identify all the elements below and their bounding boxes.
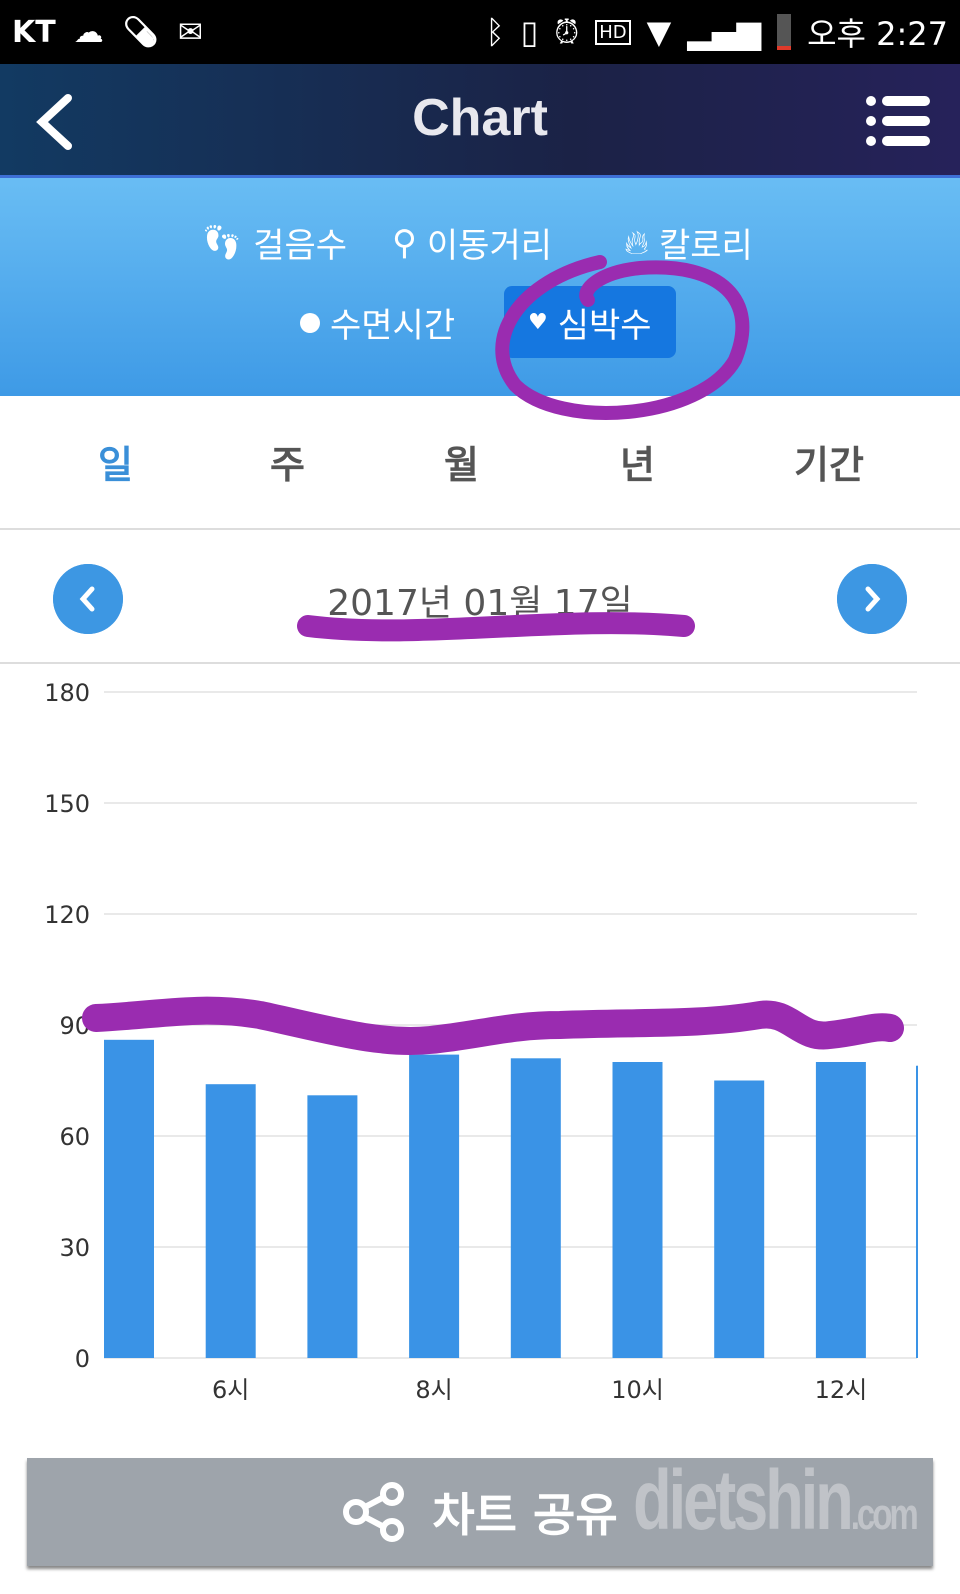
x-tick-label: 10시 xyxy=(611,1376,664,1404)
tab-label: 걸음수 xyxy=(253,226,348,266)
footprints-icon: 👣︎ xyxy=(200,222,244,263)
next-date-button[interactable] xyxy=(837,564,907,634)
app-header: Chart xyxy=(0,64,960,178)
moon-icon xyxy=(300,312,320,333)
menu-icon[interactable] xyxy=(866,96,930,146)
clock: 오후 2:27 xyxy=(807,15,948,53)
tab-day[interactable]: 일 xyxy=(98,434,133,489)
pill-icon: 💊︎ xyxy=(121,14,160,50)
share-label: 차트 공유 xyxy=(432,1488,618,1542)
battery-icon xyxy=(777,14,792,50)
tab-week[interactable]: 주 xyxy=(270,434,305,489)
bar xyxy=(307,1095,358,1358)
y-tick-label: 180 xyxy=(44,679,90,707)
hd-icon: HD xyxy=(595,19,631,45)
wifi-icon: ▼ xyxy=(646,13,672,51)
bar xyxy=(917,1065,918,1358)
heartbeat-icon: ♥ xyxy=(528,309,548,335)
tab-heart-rate[interactable]: ♥ 심박수 xyxy=(504,286,676,358)
tab-label: 이동거리 xyxy=(426,226,553,266)
current-date: 2017년 01월 17일 xyxy=(327,583,633,624)
watermark: dietshin.com xyxy=(633,1453,919,1547)
tab-range[interactable]: 기간 xyxy=(794,434,864,489)
heart-rate-chart: 0 30 60 90 120 150 180 6시 8시 10시 12시 xyxy=(44,679,918,1404)
mail-icon: ✉ xyxy=(177,14,203,50)
bar xyxy=(510,1058,561,1358)
carrier-label: KT xyxy=(12,14,56,50)
vibrate-icon: ▯ xyxy=(520,13,539,51)
bluetooth-icon: ᛒ xyxy=(485,13,505,51)
tab-year[interactable]: 년 xyxy=(620,434,655,489)
y-tick-label: 120 xyxy=(44,901,90,929)
tab-label: 수면시간 xyxy=(330,306,456,346)
y-tick-label: 0 xyxy=(75,1345,90,1373)
tab-label: 심박수 xyxy=(557,305,652,346)
signal-icon: ▂▄▆ xyxy=(687,13,762,51)
x-tick-label: 12시 xyxy=(815,1376,868,1404)
y-tick-label: 150 xyxy=(44,790,90,818)
status-bar: KT ☁ 💊︎ ✉ ᛒ ▯ ⏰︎ HD ▼ ▂▄▆ 오후 2:27 xyxy=(0,0,960,64)
x-tick-label: 6시 xyxy=(212,1376,249,1404)
bar xyxy=(714,1080,765,1358)
tab-label: 칼로리 xyxy=(658,226,753,266)
bar xyxy=(104,1039,154,1358)
tab-calories[interactable]: 🔥︎ 칼로리 xyxy=(624,218,753,267)
date-navigator: 2017년 01월 17일 xyxy=(0,530,960,664)
tab-sleep[interactable]: 수면시간 xyxy=(300,298,455,347)
period-tabs: 일 주 월 년 기간 xyxy=(0,396,960,530)
bar xyxy=(815,1062,866,1358)
share-icon xyxy=(343,1482,405,1542)
tab-month[interactable]: 월 xyxy=(444,434,479,489)
bar xyxy=(409,1054,460,1358)
page-title: Chart xyxy=(412,89,548,147)
flame-icon: 🔥︎ xyxy=(624,222,649,263)
cloud-icon: ☁ xyxy=(73,14,104,50)
x-tick-label: 8시 xyxy=(415,1376,452,1404)
tab-steps[interactable]: 👣︎ 걸음수 xyxy=(200,218,347,267)
y-tick-label: 60 xyxy=(59,1123,90,1151)
location-pin-icon: ⚲ xyxy=(392,222,417,263)
alarm-icon: ⏰︎ xyxy=(554,12,580,51)
metric-tabs: 👣︎ 걸음수 ⚲ 이동거리 🔥︎ 칼로리 수면시간 ♥ 심박수 xyxy=(0,178,960,396)
y-tick-label: 90 xyxy=(59,1012,90,1040)
y-tick-label: 30 xyxy=(59,1234,90,1262)
bar xyxy=(205,1084,256,1358)
tab-distance[interactable]: ⚲ 이동거리 xyxy=(392,218,552,267)
bar xyxy=(612,1062,663,1358)
